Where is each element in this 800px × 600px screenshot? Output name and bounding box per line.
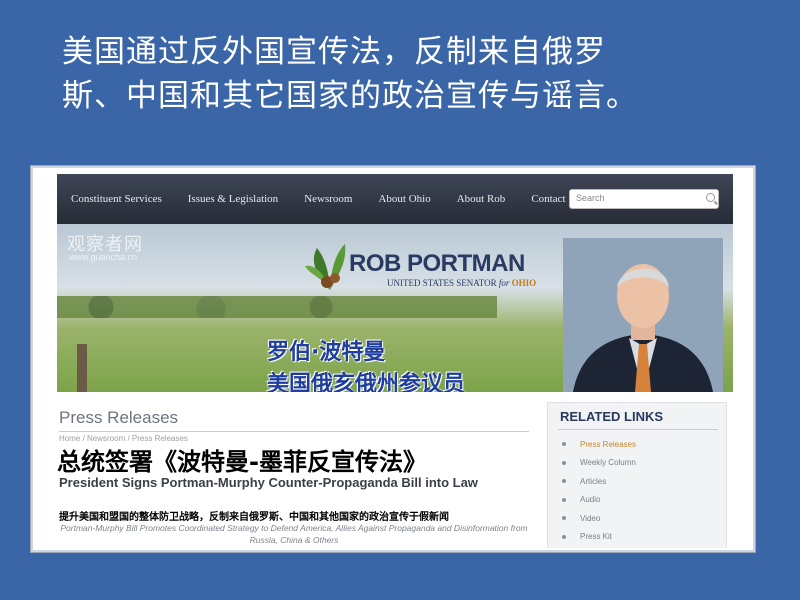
bullet-icon [562, 479, 566, 484]
related-link-press-releases[interactable]: Press Releases [562, 435, 636, 454]
bullet-icon [562, 442, 566, 447]
nav-about-rob[interactable]: About Rob [457, 193, 506, 205]
bullet-icon [562, 460, 566, 465]
nav-about-ohio[interactable]: About Ohio [378, 193, 430, 205]
slide-title-line-2: 斯、中国和其它国家的政治宣传与谣言。 [62, 78, 638, 114]
section-divider [59, 431, 529, 432]
slide-title: 美国通过反外国宣传法，反制来自俄罗 斯、中国和其它国家的政治宣传与谣言。 [62, 30, 742, 118]
nav-newsroom[interactable]: Newsroom [304, 193, 352, 205]
related-link-weekly-column[interactable]: Weekly Column [562, 454, 636, 473]
main-content: Press Releases Home / Newsroom / Press R… [57, 392, 733, 548]
sidebar-title: RELATED LINKS [560, 409, 664, 424]
senator-website: Constituent Services Issues & Legislatio… [57, 174, 733, 548]
chinese-name: 罗伯·波特曼 [267, 340, 386, 365]
sidebar-divider [558, 429, 718, 430]
buckeye-leaves-icon [305, 244, 346, 290]
chinese-headline-overlay: 总统签署《波特曼-墨菲反宣传法》 [57, 448, 427, 476]
chinese-name-overlay: 罗伯·波特曼 美国俄亥俄州参议员 [267, 334, 465, 392]
chinese-subhead-overlay: 提升美国和盟国的整体防卫战略，反制来自俄罗斯、中国和其他国家的政治宣传于假新闻 [59, 512, 449, 523]
slide-title-line-1: 美国通过反外国宣传法，反制来自俄罗 [62, 34, 606, 70]
logo-subtitle: UNITED STATES SENATOR for OHIO [387, 278, 537, 288]
logo-wordmark: ROB PORTMAN [349, 250, 525, 277]
article-subhead: Portman-Murphy Bill Promotes Coordinated… [60, 523, 528, 545]
bullet-icon [562, 534, 566, 539]
related-links-list: Press Releases Weekly Column Articles Au… [562, 435, 636, 546]
nav-contact[interactable]: Contact [531, 193, 565, 205]
article-headline[interactable]: President Signs Portman-Murphy Counter-P… [59, 476, 529, 490]
bullet-icon [562, 516, 566, 521]
website-screenshot: Constituent Services Issues & Legislatio… [31, 166, 755, 552]
fence-post [77, 344, 87, 392]
nav-issues-legislation[interactable]: Issues & Legislation [188, 193, 278, 205]
header-banner: 观察者网 www.guancha.cn ROB PORTMAN UNITED S… [57, 224, 733, 392]
chinese-title: 美国俄亥俄州参议员 [267, 372, 466, 392]
related-link-articles[interactable]: Articles [562, 472, 636, 491]
search-icon[interactable] [706, 193, 715, 202]
related-link-press-kit[interactable]: Press Kit [562, 528, 636, 547]
main-navigation: Constituent Services Issues & Legislatio… [57, 174, 733, 224]
bullet-icon [562, 497, 566, 502]
search-input[interactable]: Search [569, 189, 719, 209]
related-link-audio[interactable]: Audio [562, 491, 636, 510]
nav-constituent-services[interactable]: Constituent Services [71, 193, 162, 205]
watermark-url: www.guancha.cn [69, 252, 138, 262]
related-link-video[interactable]: Video [562, 509, 636, 528]
senator-portrait [563, 238, 723, 392]
section-title: Press Releases [59, 408, 179, 427]
related-links-sidebar: RELATED LINKS Press Releases Weekly Colu… [547, 402, 727, 548]
treeline [57, 296, 497, 318]
